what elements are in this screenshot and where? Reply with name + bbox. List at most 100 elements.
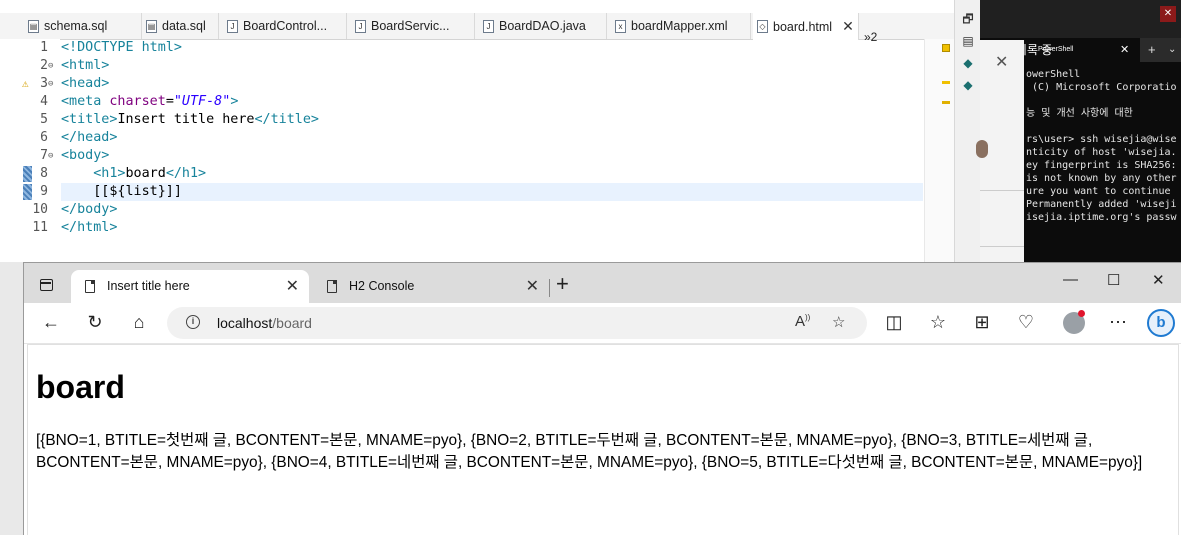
line-number-text: 10 [32,202,48,217]
change-marker[interactable] [942,101,950,104]
java-file-icon: J [227,19,238,33]
code-token: = [165,94,174,109]
code-token: board [125,166,166,181]
read-aloud-icon[interactable]: A)) [795,313,810,330]
editor-tab-board-mapper[interactable]: x boardMapper.xml [611,13,751,39]
code-line[interactable]: </head> [61,129,923,147]
sql-file-icon: ▤ [146,19,157,33]
code-token: </body> [61,202,118,217]
editor-tab-board-controller[interactable]: J BoardControl... [223,13,347,39]
html-file-icon: ◇ [757,20,768,33]
line-number-text: 6 [40,130,48,145]
outline-icon[interactable]: ▤ [961,34,975,48]
restore-icon[interactable]: 🗗 [961,12,975,26]
editor-tab-board-dao[interactable]: J BoardDAO.java [479,13,607,39]
code-line[interactable]: <body> [61,147,923,165]
muted-mic-icon[interactable]: ✕ [1160,6,1176,22]
terminal-line: nticity of host 'wisejia. [1026,147,1177,158]
browser-tab-h2-console[interactable]: H2 Console ✕ [313,270,549,303]
line-number: 1 [0,39,60,57]
code-token: <meta [61,94,110,109]
close-icon[interactable]: ✕ [842,18,854,35]
code-token: <head> [61,76,110,91]
xml-file-icon: x [615,19,626,33]
url-text[interactable]: localhost/board [217,315,312,331]
editor-tab-board-service[interactable]: J BoardServic... [351,13,475,39]
close-icon[interactable]: ✕ [526,276,539,296]
editor-tab-data-sql[interactable]: ▤ data.sql [142,13,219,39]
favorites-icon[interactable]: ☆ [927,311,949,333]
close-icon[interactable]: ✕ [286,276,299,296]
change-marker[interactable] [942,81,950,84]
line-number-text: 3 [40,76,48,91]
minimize-icon[interactable]: — [1063,271,1078,288]
close-icon[interactable]: ✕ [995,52,1008,72]
side-toolbar: 🗗 ▤ ◆ ◆ [954,0,980,262]
editor-tab-bar: ▤ schema.sql ▤ data.sql J BoardControl... J… [0,13,980,44]
terminal-line: owerShell [1026,69,1081,80]
new-tab-button[interactable]: + [556,272,569,296]
line-number: 5 [0,111,60,129]
more-options-icon[interactable]: ⋯ [1107,311,1129,333]
split-screen-icon[interactable]: ◫ [883,311,905,333]
code-token: <!DOCTYPE html> [61,40,182,55]
collections-icon[interactable]: ⊞ [971,311,993,333]
line-number: 8 [0,165,60,183]
warning-icon[interactable]: ⚠ [22,75,29,93]
divider [980,246,1024,247]
code-line[interactable]: <meta charset="UTF-8"> [61,93,923,111]
database-icon[interactable]: ◆ [961,78,975,92]
info-icon[interactable]: i [186,315,200,329]
warning-marker[interactable] [942,44,950,52]
code-line[interactable]: <h1>board</h1> [61,165,923,183]
code-line[interactable]: </html> [61,219,923,237]
line-number-text: 9 [40,184,48,199]
browser-tab-insert-title[interactable]: Insert title here ✕ [71,270,309,303]
terminal-line: ey fingerprint is SHA256: [1026,160,1177,171]
code-token: </head> [61,130,118,145]
quick-diff-marker [23,166,32,182]
powershell-terminal[interactable]: owerShell (C) Microsoft Corporatio 능 및 개선… [1024,62,1181,262]
chevron-down-icon[interactable]: ⌄ [1168,38,1176,62]
code-area[interactable]: <!DOCTYPE html> <html> <head> <meta charset… [61,39,923,262]
code-line[interactable]: <head> [61,75,923,93]
background-panel: ✕ [976,40,1024,262]
code-line[interactable]: <title>Insert title here</title> [61,111,923,129]
fold-toggle-icon[interactable]: ⊖ [48,147,53,165]
close-window-icon[interactable]: ✕ [1152,271,1165,289]
home-icon[interactable]: ⌂ [128,311,150,333]
editor-tab-schema-sql[interactable]: ▤ schema.sql [24,13,142,39]
maximize-icon[interactable]: ☐ [1107,271,1120,289]
new-terminal-tab-button[interactable]: + [1148,38,1156,62]
tab-actions-icon[interactable] [40,279,53,291]
line-number: ⚠ 3 ⊖ [0,75,60,93]
close-icon[interactable]: ✕ [1120,38,1129,62]
copilot-icon[interactable]: b [1147,309,1175,337]
code-line[interactable]: <!DOCTYPE html> [61,39,923,57]
fold-toggle-icon[interactable]: ⊖ [48,57,53,75]
address-bar[interactable]: i localhost/board A)) ☆ [167,307,867,339]
code-line[interactable]: [[${list}]] [61,183,923,201]
terminal-line: ure you want to continue [1026,186,1177,197]
database-icon[interactable]: ◆ [961,56,975,70]
code-line[interactable]: <html> [61,57,923,75]
code-token: </title> [254,112,320,127]
fold-toggle-icon[interactable]: ⊖ [48,75,53,93]
eclipse-editor-window: ▤ schema.sql ▤ data.sql J BoardControl... J… [0,0,980,262]
favorite-star-icon[interactable]: ☆ [832,313,845,331]
code-token: </h1> [165,166,207,181]
code-line[interactable]: </body> [61,201,923,219]
profile-avatar[interactable] [1063,310,1085,334]
tab-separator [549,279,550,297]
browser-essentials-icon[interactable]: ♡ [1015,311,1037,333]
code-token: <title> [61,112,118,127]
code-token: > [230,94,239,109]
refresh-icon[interactable]: ↻ [84,311,106,333]
editor-tab-board-html[interactable]: ◇ board.html ✕ [753,13,859,40]
line-number-text: 11 [32,220,48,235]
browser-tab-bar: Insert title here ✕ H2 Console ✕ + — ☐ ✕ [24,263,1181,303]
overview-ruler [924,39,955,262]
back-icon[interactable]: ← [40,311,62,333]
java-file-icon: J [483,19,494,33]
